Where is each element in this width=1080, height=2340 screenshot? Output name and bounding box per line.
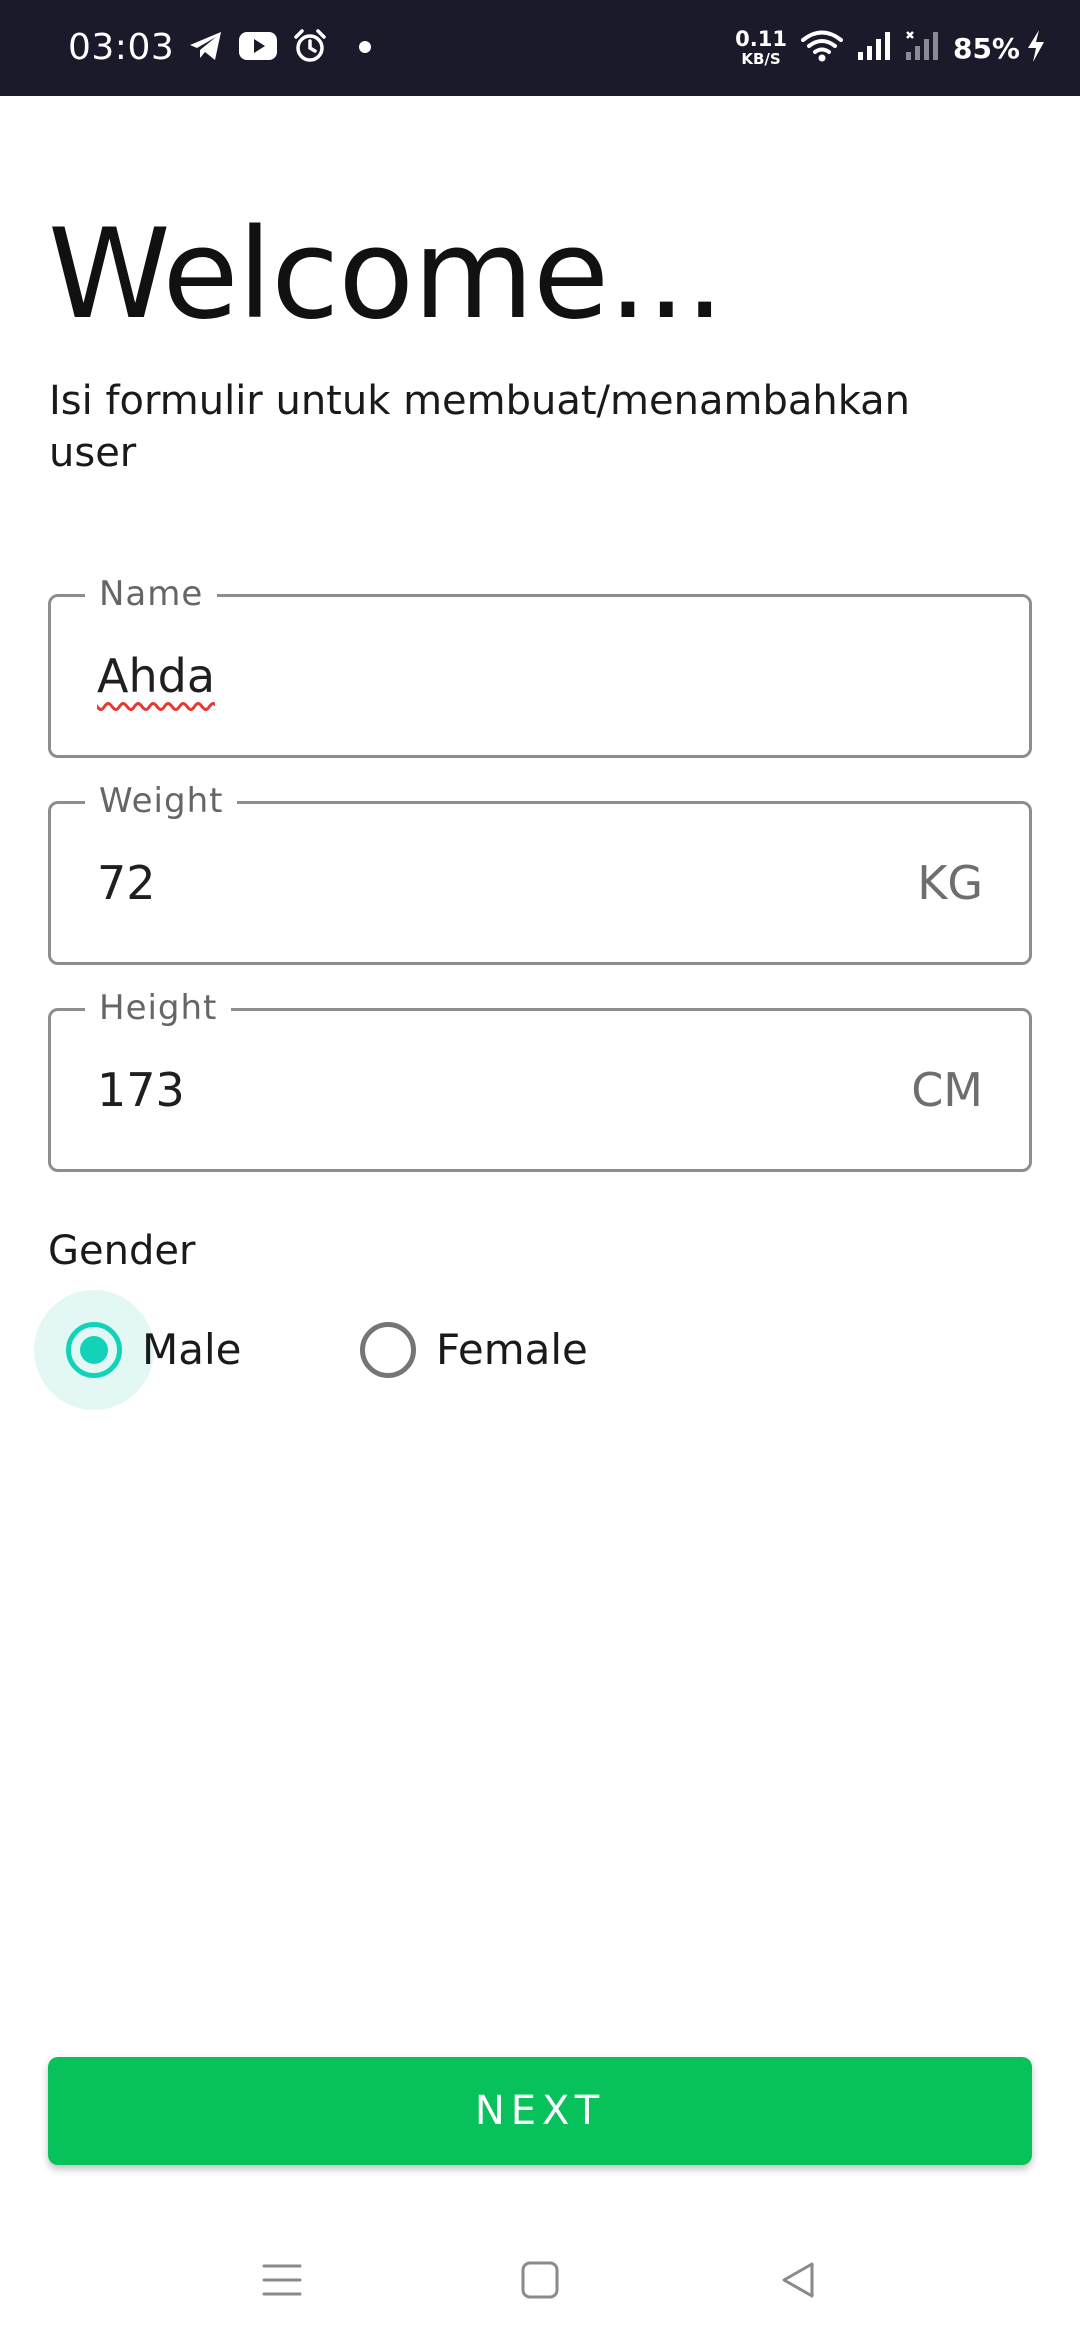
gender-option-male-label[interactable]: Male xyxy=(142,1322,241,1378)
page-title: Welcome... xyxy=(48,203,724,347)
height-unit-suffix: CM xyxy=(911,1063,983,1117)
height-field-label: Height xyxy=(85,985,232,1031)
name-field-value[interactable]: Ahda xyxy=(97,647,215,705)
name-field-label: Name xyxy=(85,571,218,617)
gender-radio-male[interactable]: Male xyxy=(34,1290,241,1410)
radio-unchecked-icon[interactable] xyxy=(360,1322,416,1378)
page-subtitle: Isi formulir untuk membuat/menambahkan u… xyxy=(49,378,911,476)
home-icon[interactable] xyxy=(508,2248,572,2312)
status-bar: 03:03 0.11 KB/S 85% xyxy=(0,0,1080,96)
next-button[interactable]: NEXT xyxy=(48,2057,1032,2165)
name-field[interactable]: Name Ahda xyxy=(48,571,1032,758)
status-notification-icons xyxy=(188,28,372,68)
youtube-icon xyxy=(238,31,278,65)
charging-icon xyxy=(1026,29,1046,67)
status-system-icons: 0.11 KB/S 85% xyxy=(735,24,1046,72)
radio-checked-icon[interactable] xyxy=(66,1322,122,1378)
net-speed: 0.11 KB/S xyxy=(735,29,787,67)
height-field-value[interactable]: 173 xyxy=(97,1061,185,1119)
signal-no-sim-icon xyxy=(905,30,939,66)
weight-field[interactable]: Weight 72 KG xyxy=(48,778,1032,965)
system-nav-bar xyxy=(0,2220,1080,2340)
weight-field-value[interactable]: 72 xyxy=(97,854,156,912)
wifi-icon xyxy=(800,29,843,67)
net-speed-unit: KB/S xyxy=(741,50,781,68)
menu-icon[interactable] xyxy=(250,2248,314,2312)
status-time: 03:03 xyxy=(68,27,175,68)
gender-radio-female[interactable]: Female xyxy=(330,1290,588,1410)
notification-dot-icon xyxy=(358,39,372,58)
gender-option-female-label[interactable]: Female xyxy=(436,1322,588,1378)
back-icon[interactable] xyxy=(766,2248,830,2312)
height-field[interactable]: Height 173 CM xyxy=(48,985,1032,1172)
net-speed-value: 0.11 xyxy=(735,27,787,51)
battery-percent: 85% xyxy=(952,31,1020,65)
telegram-icon xyxy=(188,30,224,66)
gender-label: Gender xyxy=(48,1228,196,1274)
weight-field-label: Weight xyxy=(85,778,238,824)
radio-dot xyxy=(80,1336,108,1364)
alarm-icon xyxy=(292,28,328,68)
weight-unit-suffix: KG xyxy=(917,856,983,910)
signal-icon xyxy=(857,30,891,66)
